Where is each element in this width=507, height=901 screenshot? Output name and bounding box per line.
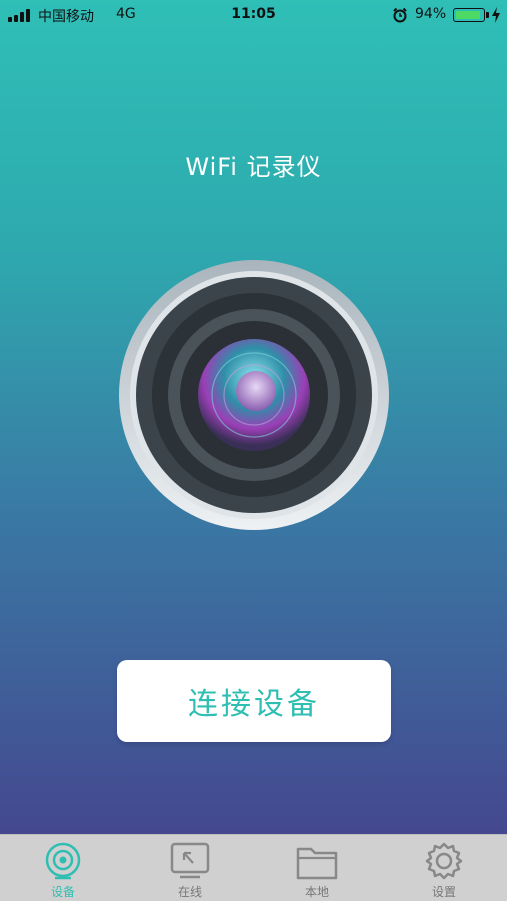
tab-label: 本地 [304,885,329,899]
tab-label: 设备 [50,885,75,899]
tab-online[interactable]: 在线 [127,835,253,901]
tab-bar: 设备 在线 本地 设置 [0,834,507,901]
tab-label: 在线 [177,885,202,899]
battery-icon [453,8,485,22]
camera-lens-icon [119,260,389,530]
battery-tip [486,12,489,18]
connect-device-button[interactable]: 连接设备 [117,660,391,742]
battery-fill [456,11,481,19]
tab-settings[interactable]: 设置 [381,835,507,901]
app-screen: 中国移动 4G 11:05 94% WiFi 记录仪 连接设备 [0,0,507,834]
tab-device[interactable]: 设备 [0,835,126,901]
tab-label: 设置 [431,885,456,899]
charging-bolt-icon [492,7,500,23]
page-title: WiFi 记录仪 [185,153,322,181]
online-frame-icon [170,842,210,879]
alarm-icon [393,7,407,23]
tab-local[interactable]: 本地 [254,835,380,901]
camera-icon [45,842,81,880]
status-bar: 中国移动 4G 11:05 94% [0,0,507,30]
battery-percent: 94% [415,6,447,22]
gear-icon [425,842,463,880]
folder-icon [296,847,338,880]
